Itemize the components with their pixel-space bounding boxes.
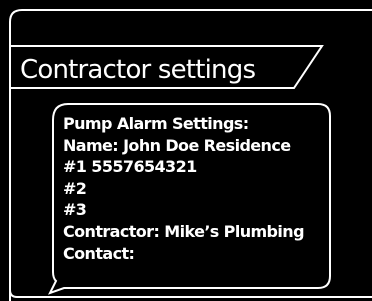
alarm-settings-message: Pump Alarm Settings: Name: John Doe Resi… [63,113,305,264]
message-line-heading: Pump Alarm Settings: [63,114,249,133]
message-line-phone-1: #1 5557654321 [63,157,197,177]
message-line-phone-2: #2 [63,178,87,198]
message-line-contractor: Contractor: Mike’s Plumbing [63,221,305,241]
message-line-phone-3: #3 [63,200,87,220]
message-line-name: Name: John Doe Residence [63,135,291,155]
page-title: Contractor settings [20,55,256,85]
message-line-contact: Contact: [63,243,135,263]
